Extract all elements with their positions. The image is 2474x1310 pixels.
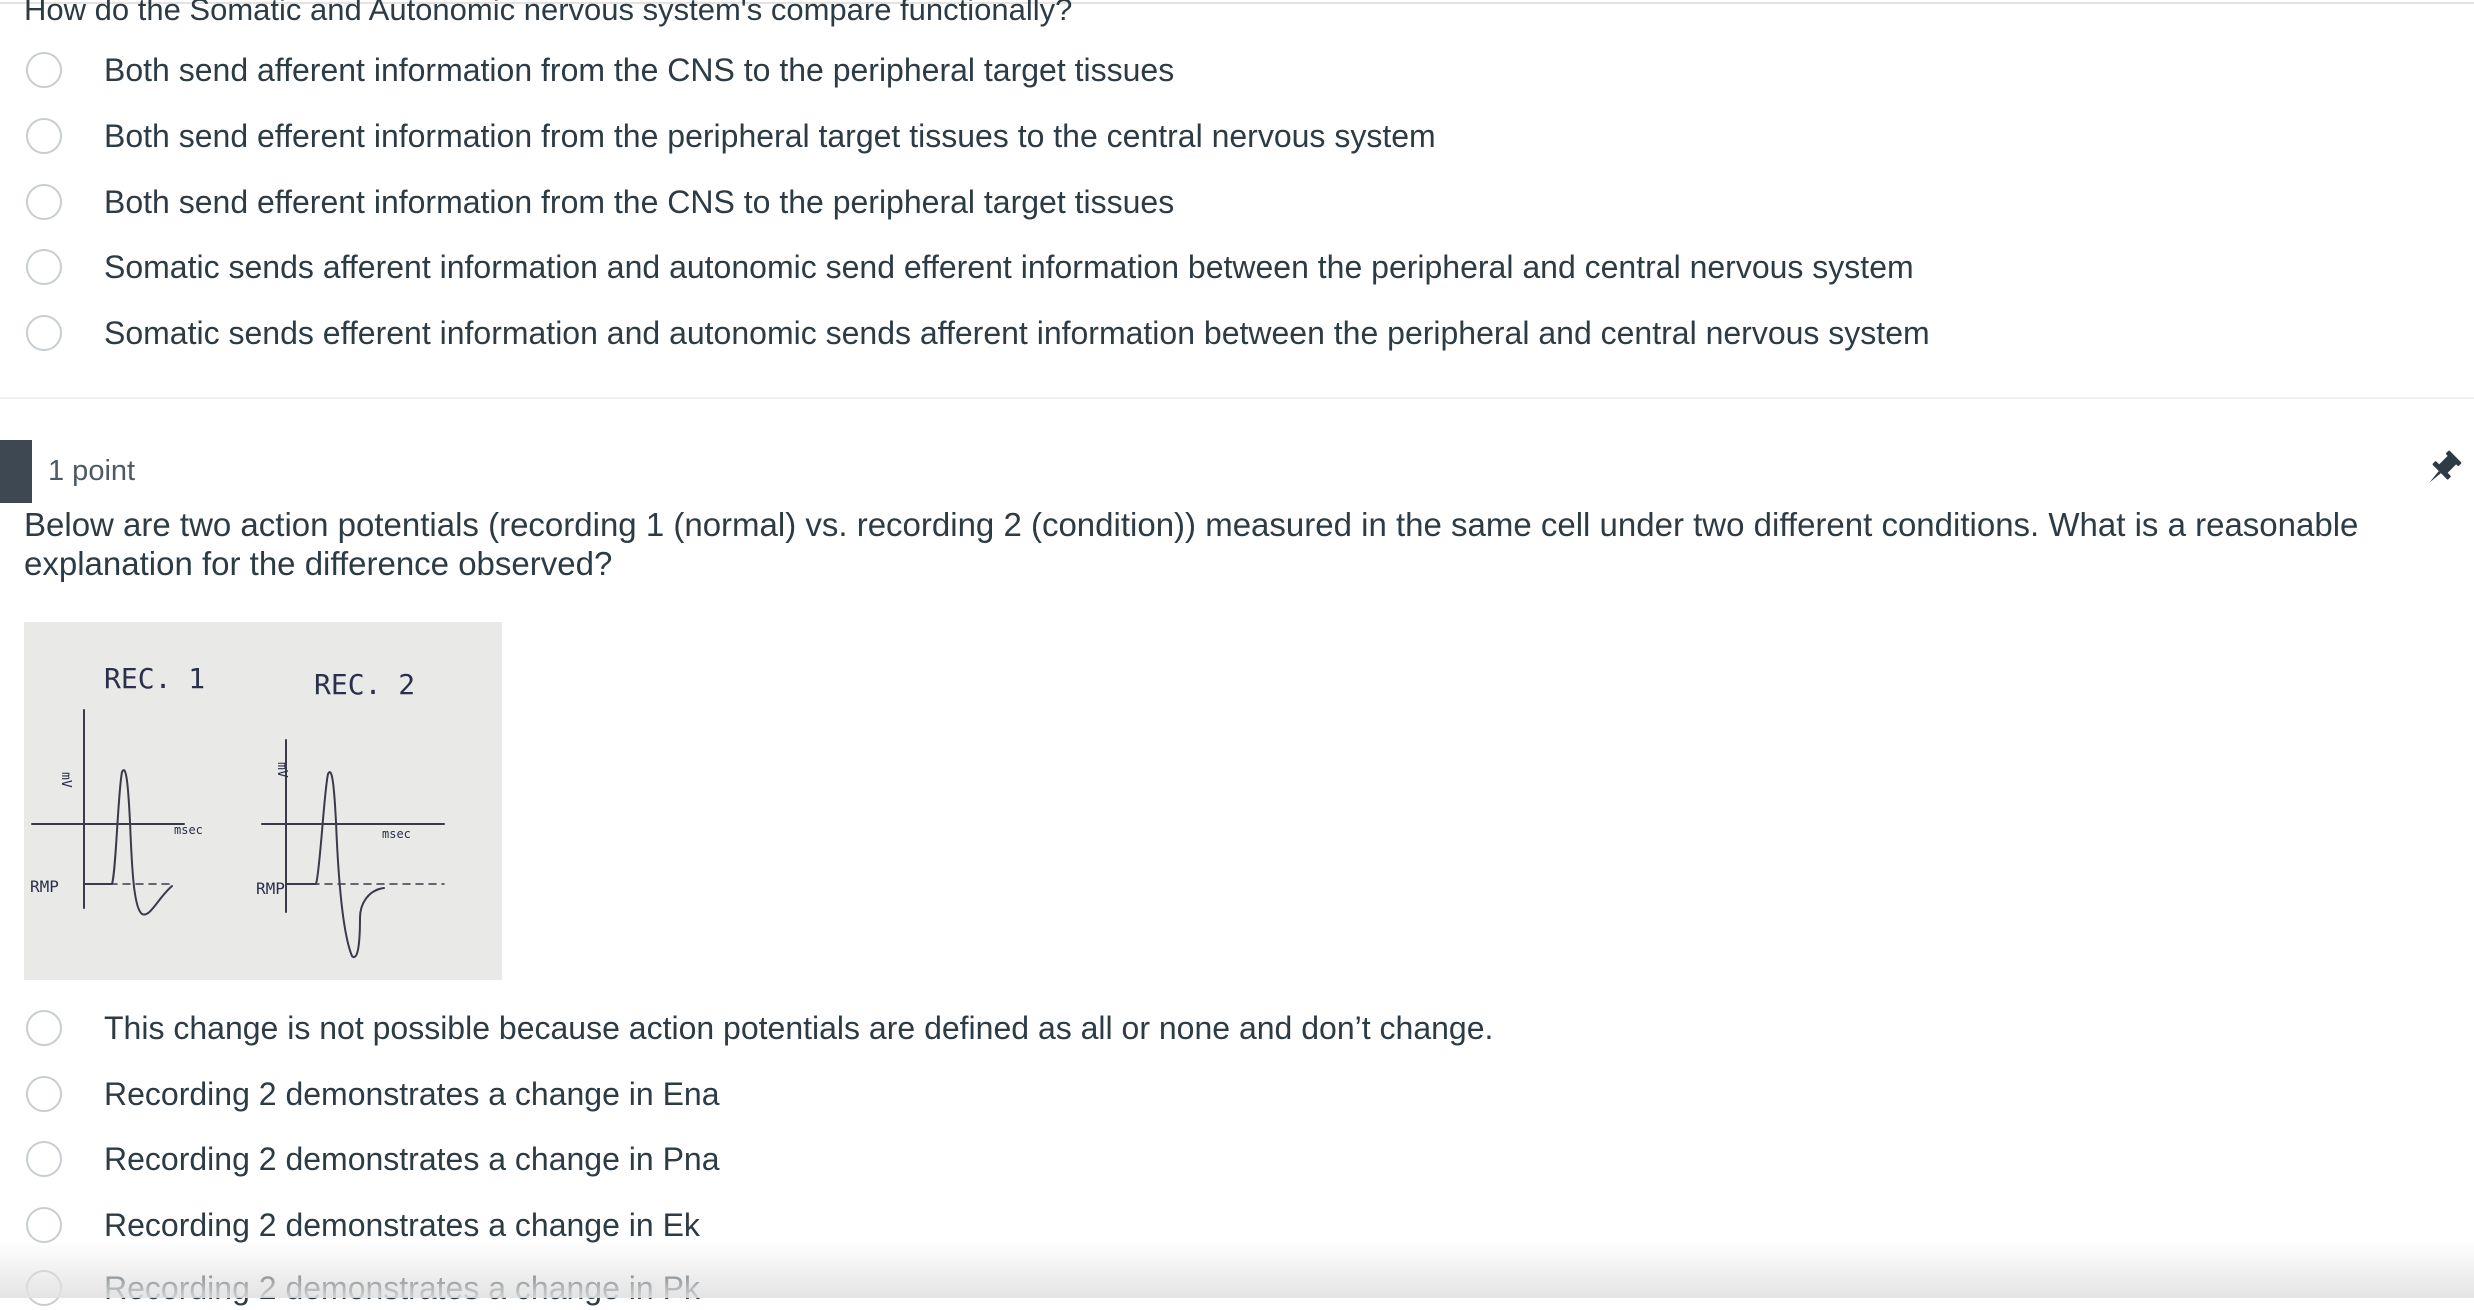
radio-button-icon[interactable] bbox=[26, 118, 62, 154]
radio-button-icon[interactable] bbox=[26, 1010, 62, 1046]
answer-label: Recording 2 demonstrates a change in Pk bbox=[104, 1270, 700, 1306]
rec1-label: REC. 1 bbox=[104, 662, 205, 695]
radio-button-icon[interactable] bbox=[26, 315, 62, 351]
answer-label: This change is not possible because acti… bbox=[104, 1010, 1494, 1046]
answer-label: Recording 2 demonstrates a change in Pna bbox=[104, 1141, 720, 1177]
rec2-y-axis-label: mV bbox=[274, 762, 289, 778]
rec2-x-axis-label: msec bbox=[382, 827, 411, 841]
rec2-baseline-label: RMP bbox=[256, 879, 285, 898]
radio-button-icon[interactable] bbox=[26, 1270, 62, 1306]
radio-button-icon[interactable] bbox=[26, 249, 62, 285]
answer-label: Both send afferent information from the … bbox=[104, 52, 1175, 88]
radio-button-icon[interactable] bbox=[26, 184, 62, 220]
q1-answer-5[interactable]: Somatic sends efferent information and a… bbox=[26, 311, 1930, 355]
action-potential-figure: REC. 1 REC. 2 RMP RMP msec msec mV mV bbox=[24, 622, 502, 980]
answer-label: Recording 2 demonstrates a change in Ena bbox=[104, 1076, 720, 1112]
answer-label: Both send efferent information from the … bbox=[104, 184, 1175, 220]
answer-label: Recording 2 demonstrates a change in Ek bbox=[104, 1207, 700, 1243]
q2-answer-1[interactable]: This change is not possible because acti… bbox=[26, 1006, 1493, 1050]
rec1-x-axis-label: msec bbox=[174, 823, 203, 837]
pin-icon[interactable] bbox=[2420, 448, 2464, 492]
question-1-text: How do the Somatic and Autonomic nervous… bbox=[24, 0, 1073, 27]
q1-answer-1[interactable]: Both send afferent information from the … bbox=[26, 48, 1174, 92]
rec1-y-axis-label: mV bbox=[58, 772, 73, 788]
q2-answer-4[interactable]: Recording 2 demonstrates a change in Ek bbox=[26, 1203, 700, 1247]
radio-button-icon[interactable] bbox=[26, 1141, 62, 1177]
question-number-tab bbox=[0, 440, 32, 503]
q1-answer-2[interactable]: Both send efferent information from the … bbox=[26, 114, 1436, 158]
rec1-baseline-label: RMP bbox=[30, 877, 59, 896]
rec2-label: REC. 2 bbox=[314, 668, 415, 701]
q1-answer-3[interactable]: Both send efferent information from the … bbox=[26, 180, 1174, 224]
answer-label: Both send efferent information from the … bbox=[104, 118, 1436, 154]
q1-answer-4[interactable]: Somatic sends afferent information and a… bbox=[26, 245, 1914, 289]
radio-button-icon[interactable] bbox=[26, 1076, 62, 1112]
answer-label: Somatic sends efferent information and a… bbox=[104, 315, 1930, 351]
question-points: 1 point bbox=[48, 455, 136, 487]
radio-button-icon[interactable] bbox=[26, 1207, 62, 1243]
q2-answer-5[interactable]: Recording 2 demonstrates a change in Pk bbox=[26, 1266, 700, 1310]
answer-label: Somatic sends afferent information and a… bbox=[104, 249, 1914, 285]
q2-answer-3[interactable]: Recording 2 demonstrates a change in Pna bbox=[26, 1137, 720, 1181]
question-separator bbox=[0, 397, 2474, 399]
question-2-text: Below are two action potentials (recordi… bbox=[24, 506, 2359, 582]
radio-button-icon[interactable] bbox=[26, 52, 62, 88]
q2-answer-2[interactable]: Recording 2 demonstrates a change in Ena bbox=[26, 1072, 720, 1116]
